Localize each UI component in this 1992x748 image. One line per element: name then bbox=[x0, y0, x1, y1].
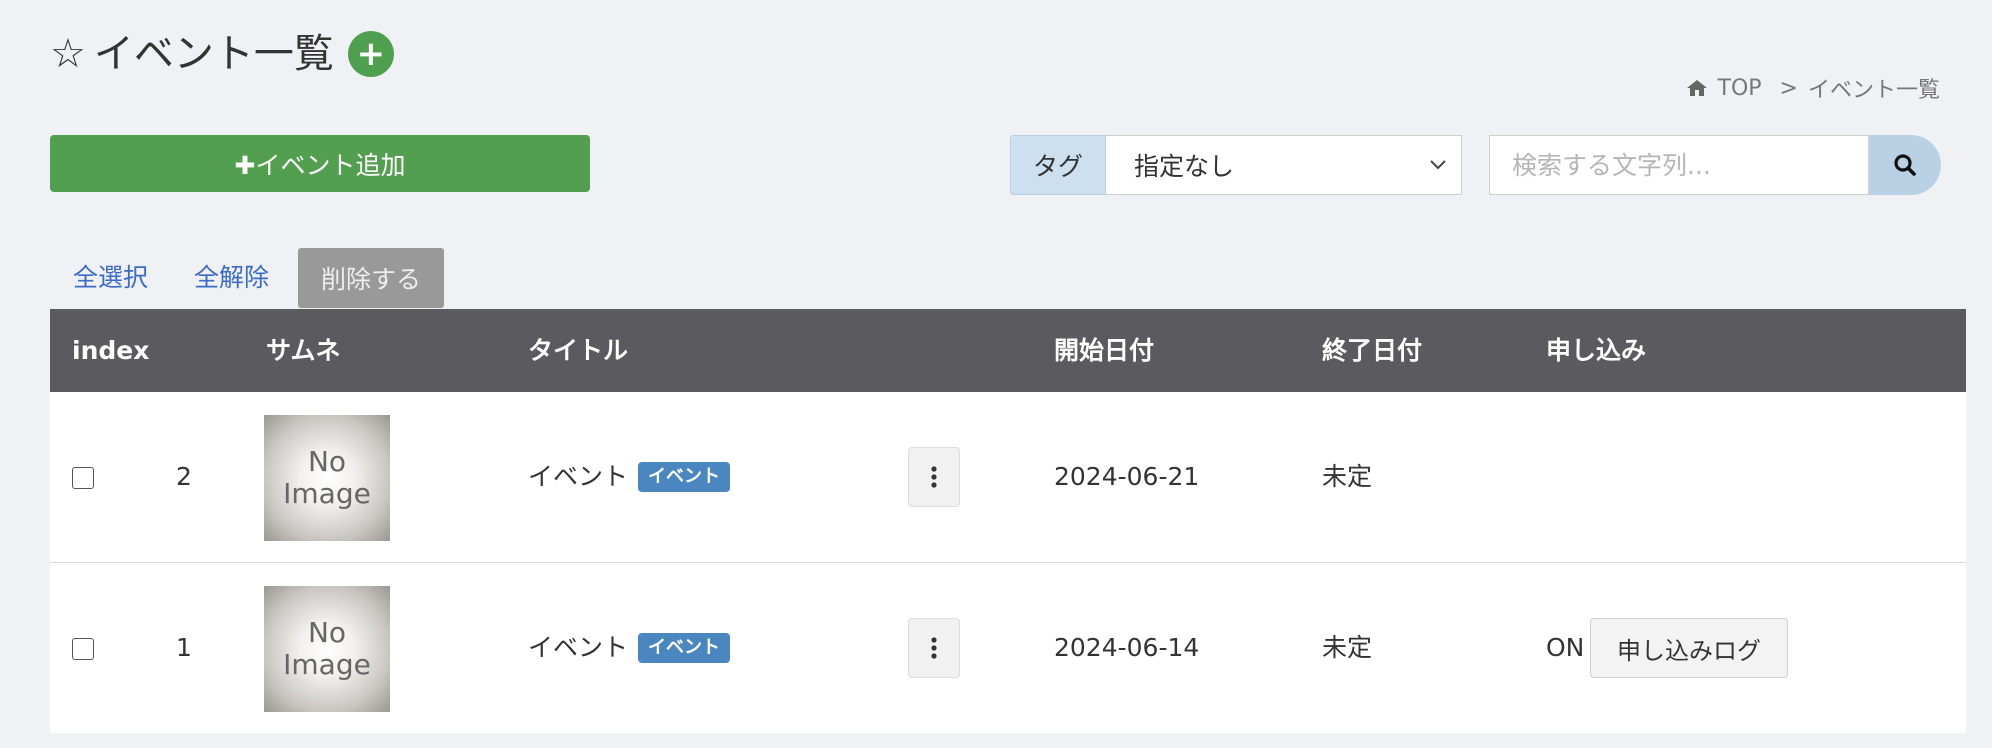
tag-select[interactable]: 指定なし bbox=[1106, 135, 1462, 195]
thumbnail-image: No Image bbox=[264, 586, 390, 712]
select-all-button[interactable]: 全選択 bbox=[50, 249, 171, 307]
kebab-menu-icon bbox=[931, 466, 937, 488]
row-menu-button[interactable] bbox=[908, 447, 960, 507]
application-log-button[interactable]: 申し込みログ bbox=[1590, 618, 1788, 678]
thumbnail-image: No Image bbox=[264, 415, 390, 541]
table-row: 2 No Image イベント イベント 2024-06-21 未定 bbox=[50, 392, 1966, 563]
title-cell: イベント イベント bbox=[528, 563, 731, 733]
search-icon bbox=[1894, 154, 1916, 176]
table-header: index サムネ タイトル 開始日付 終了日付 申し込み bbox=[50, 309, 1966, 392]
tag-badge: イベント bbox=[638, 633, 731, 663]
row-index: 1 bbox=[176, 633, 192, 662]
search-bar bbox=[1489, 135, 1941, 195]
application-status: ON bbox=[1546, 633, 1585, 662]
header-index: index bbox=[72, 336, 150, 365]
thumb-text-line1: No bbox=[307, 445, 347, 478]
title-cell: イベント イベント bbox=[528, 392, 731, 562]
end-date: 未定 bbox=[1322, 633, 1373, 662]
end-date: 未定 bbox=[1322, 462, 1373, 491]
header-end-date: 終了日付 bbox=[1322, 336, 1423, 365]
search-button[interactable] bbox=[1869, 135, 1941, 195]
row-checkbox[interactable] bbox=[72, 638, 94, 660]
add-event-button[interactable]: ✚イベント追加 bbox=[50, 135, 590, 192]
row-index: 2 bbox=[176, 462, 192, 491]
header-thumbnail: サムネ bbox=[266, 336, 341, 365]
start-date: 2024-06-21 bbox=[1054, 462, 1200, 491]
event-table: index サムネ タイトル 開始日付 終了日付 申し込み 2 No Image… bbox=[50, 309, 1966, 733]
tag-filter: タグ 指定なし bbox=[1010, 135, 1462, 195]
breadcrumb-separator: > bbox=[1779, 75, 1798, 101]
delete-button[interactable]: 削除する bbox=[298, 248, 445, 308]
table-row: 1 No Image イベント イベント 2024-06-14 未定 ON 申し… bbox=[50, 563, 1966, 733]
deselect-all-button[interactable]: 全解除 bbox=[171, 249, 292, 307]
start-date: 2024-06-14 bbox=[1054, 633, 1200, 662]
breadcrumb-current: イベント一覧 bbox=[1807, 78, 1940, 103]
tag-filter-label: タグ bbox=[1010, 135, 1106, 195]
event-title: イベント bbox=[528, 633, 629, 662]
row-menu-button[interactable] bbox=[908, 618, 960, 678]
thumb-text-line2: Image bbox=[283, 648, 371, 681]
tag-select-value: 指定なし bbox=[1134, 152, 1235, 181]
search-input[interactable] bbox=[1489, 135, 1869, 195]
star-icon[interactable]: ☆ bbox=[50, 34, 86, 74]
page-title: イベント一覧 bbox=[93, 31, 334, 77]
plus-circle-icon[interactable]: + bbox=[347, 31, 394, 77]
tag-badge: イベント bbox=[638, 462, 731, 492]
chevron-down-icon bbox=[1430, 160, 1446, 170]
bulk-actions: 全選択 全解除 削除する bbox=[50, 248, 445, 308]
thumb-text-line1: No bbox=[307, 616, 347, 649]
thumb-text-line2: Image bbox=[283, 477, 371, 510]
event-title: イベント bbox=[528, 462, 629, 491]
breadcrumb-home-link[interactable]: TOP bbox=[1718, 76, 1762, 101]
header-title: タイトル bbox=[528, 336, 629, 365]
header-start-date: 開始日付 bbox=[1054, 336, 1155, 365]
home-icon bbox=[1686, 80, 1707, 96]
kebab-menu-icon bbox=[931, 637, 937, 659]
breadcrumb: TOP > イベント一覧 bbox=[1686, 72, 1940, 104]
header-application: 申し込み bbox=[1546, 336, 1647, 365]
page-header: ☆ イベント一覧 + bbox=[50, 26, 394, 82]
row-checkbox[interactable] bbox=[72, 467, 94, 489]
